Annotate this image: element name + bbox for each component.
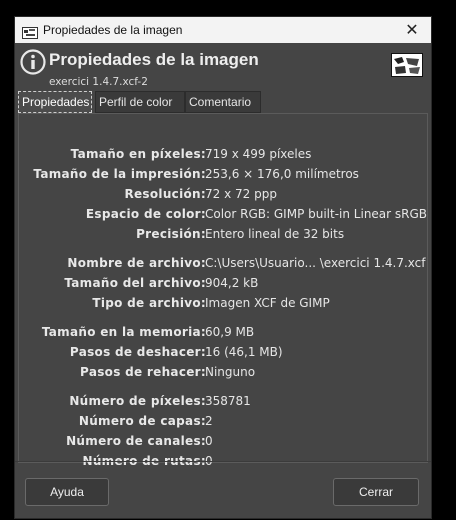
property-value: 2 (205, 414, 213, 428)
property-value: 16 (46,1 MB) (205, 345, 283, 359)
help-button[interactable]: Ayuda (25, 478, 109, 506)
property-value: 904,2 kB (205, 276, 259, 290)
tab-properties[interactable]: Propiedades (18, 91, 92, 113)
image-thumbnail (391, 53, 423, 77)
image-properties-dialog: Propiedades de la imagen ✕ Propiedades d… (14, 16, 432, 519)
info-icon (20, 49, 46, 75)
property-value: 72 x 72 ppp (205, 187, 277, 201)
property-row: Tipo de archivo: Imagen XCF de GIMP (19, 296, 429, 314)
property-label: Tamaño del archivo: (64, 276, 206, 290)
close-button[interactable]: Cerrar (333, 478, 419, 506)
tab-comment[interactable]: Comentario (185, 91, 261, 113)
property-row: Tamaño en píxeles: 719 x 499 píxeles (19, 147, 429, 165)
property-row: Espacio de color: Color RGB: GIMP built-i… (19, 207, 429, 225)
window-title: Propiedades de la imagen (43, 23, 183, 37)
property-row: Número de rutas:0 (19, 454, 429, 472)
property-value: 0 (205, 434, 213, 448)
property-value: Ninguno (205, 365, 256, 379)
property-value: 60,9 MB (205, 325, 255, 339)
gimp-image-icon (22, 24, 38, 39)
property-value: C:\Users\Usuario... \exercici 1.4.7.xcf (205, 256, 426, 270)
property-label: Resolución: (124, 187, 206, 201)
property-value: Color RGB: GIMP built-in Linear sRGB (205, 207, 428, 221)
property-row: Número de capas: 2 (19, 414, 429, 432)
close-icon[interactable]: ✕ (401, 19, 423, 41)
property-row: Pasos de rehacer: Ninguno (19, 365, 429, 383)
property-value: Entero lineal de 32 bits (205, 227, 345, 241)
property-row: Precisión: Entero lineal de 32 bits (19, 227, 429, 245)
property-label: Tipo de archivo: (92, 296, 206, 310)
property-row: Resolución: 72 x 72 ppp (19, 187, 429, 205)
property-label: Número de canales: (66, 434, 206, 448)
dialog-title: Propiedades de la imagen (49, 50, 259, 69)
property-label: Tamaño en la memoria: (41, 325, 206, 339)
property-label: Tamaño en píxeles: (70, 147, 206, 161)
property-label: Precisión: (136, 227, 206, 241)
property-row: Tamaño en la memoria: 60,9 MB (19, 325, 429, 343)
property-label: Nombre de archivo: (67, 256, 206, 270)
property-label: Tamaño de la impresión: (33, 167, 206, 181)
property-row: Pasos de deshacer: 16 (46,1 MB) (19, 345, 429, 363)
property-value: 358781 (205, 394, 251, 408)
image-name: exercici 1.4.7.xcf-2 (49, 76, 148, 88)
property-row: Nombre de archivo: C:\Users\Usuario... \e… (19, 256, 429, 274)
property-row: Número de canales: 0 (19, 434, 429, 452)
property-label: Pasos de deshacer: (69, 345, 206, 359)
property-row: Número de píxeles: 358781 (19, 394, 429, 412)
footer-divider (15, 461, 431, 462)
tab-color-profile[interactable]: Perfil de color (95, 91, 185, 113)
property-label: Pasos de rehacer: (80, 365, 206, 379)
property-row: Tamaño del archivo: 904,2 kB (19, 276, 429, 294)
property-label: Espacio de color: (85, 207, 206, 221)
properties-panel: Tamaño en píxeles: 719 x 499 píxeles Tama… (18, 113, 429, 468)
property-value: 253,6 × 176,0 milímetros (205, 167, 359, 181)
property-row: Tamaño de la impresión: 253,6 × 176,0 mil… (19, 167, 429, 185)
property-value: 719 x 499 píxeles (205, 147, 312, 161)
property-label: Número de capas: (78, 414, 206, 428)
property-label: Número de píxeles: (69, 394, 206, 408)
title-bar[interactable]: Propiedades de la imagen ✕ (15, 17, 431, 43)
property-value: Imagen XCF de GIMP (205, 296, 330, 310)
